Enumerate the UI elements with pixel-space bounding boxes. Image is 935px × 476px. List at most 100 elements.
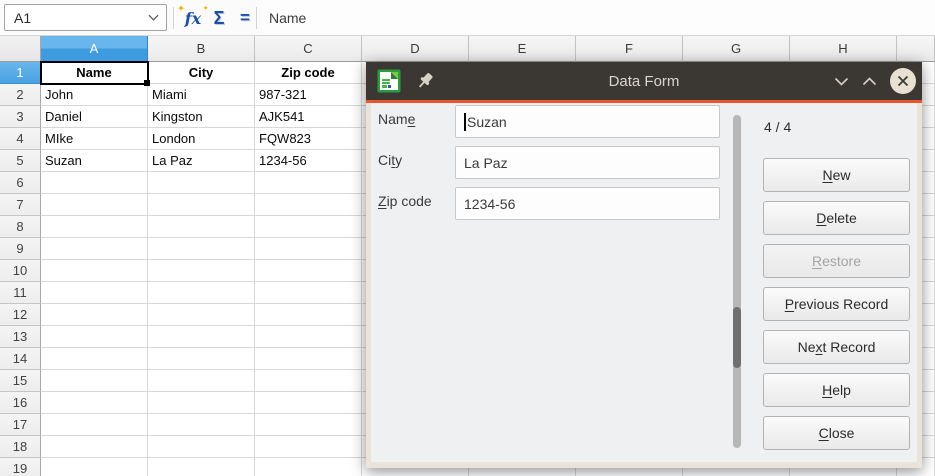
cell-B10[interactable] <box>148 260 255 282</box>
cell-B3[interactable]: Kingston <box>148 106 255 128</box>
cell-B6[interactable] <box>148 172 255 194</box>
cell-C9[interactable] <box>255 238 362 260</box>
cell-C15[interactable] <box>255 370 362 392</box>
row-header-19[interactable]: 19 <box>0 458 41 476</box>
cell-A7[interactable] <box>41 194 148 216</box>
column-header-G[interactable]: G <box>683 36 790 62</box>
cell-B7[interactable] <box>148 194 255 216</box>
cell-A14[interactable] <box>41 348 148 370</box>
cell-C4[interactable]: FQW823 <box>255 128 362 150</box>
column-header-C[interactable]: C <box>255 36 362 62</box>
row-header-8[interactable]: 8 <box>0 216 41 238</box>
formula-input-line[interactable]: Name <box>262 0 935 35</box>
row-header-1[interactable]: 1 <box>0 62 41 84</box>
column-header-F[interactable]: F <box>576 36 683 62</box>
row-header-16[interactable]: 16 <box>0 392 41 414</box>
cell-A4[interactable]: MIke <box>41 128 148 150</box>
formula-bar: A1 fxΣ= Name <box>0 0 935 36</box>
name-box[interactable]: A1 <box>4 4 167 31</box>
row-header-5[interactable]: 5 <box>0 150 41 172</box>
cell-A3[interactable]: Daniel <box>41 106 148 128</box>
cell-C19[interactable] <box>255 458 362 476</box>
row-header-14[interactable]: 14 <box>0 348 41 370</box>
cell-A12[interactable] <box>41 304 148 326</box>
cell-C8[interactable] <box>255 216 362 238</box>
row-header-13[interactable]: 13 <box>0 326 41 348</box>
row-header-15[interactable]: 15 <box>0 370 41 392</box>
cell-A10[interactable] <box>41 260 148 282</box>
cell-C1[interactable]: Zip code <box>255 62 362 84</box>
row-header-12[interactable]: 12 <box>0 304 41 326</box>
row-header-4[interactable]: 4 <box>0 128 41 150</box>
cell-B14[interactable] <box>148 348 255 370</box>
cell-A2[interactable]: John <box>41 84 148 106</box>
close-button[interactable]: Close <box>763 416 910 450</box>
cell-B8[interactable] <box>148 216 255 238</box>
cell-B16[interactable] <box>148 392 255 414</box>
row-header-9[interactable]: 9 <box>0 238 41 260</box>
cell-B4[interactable]: London <box>148 128 255 150</box>
equals-icon[interactable]: = <box>232 0 258 36</box>
row-header-6[interactable]: 6 <box>0 172 41 194</box>
cell-B1[interactable]: City <box>148 62 255 84</box>
cell-A18[interactable] <box>41 436 148 458</box>
column-header-H[interactable]: H <box>790 36 897 62</box>
previous-record-button[interactable]: Previous Record <box>763 287 910 321</box>
cell-B19[interactable] <box>148 458 255 476</box>
next-record-button[interactable]: Next Record <box>763 330 910 364</box>
fill-handle[interactable] <box>144 80 150 86</box>
cell-A13[interactable] <box>41 326 148 348</box>
cell-C17[interactable] <box>255 414 362 436</box>
cell-B13[interactable] <box>148 326 255 348</box>
cell-A15[interactable] <box>41 370 148 392</box>
cell-C11[interactable] <box>255 282 362 304</box>
row-header-18[interactable]: 18 <box>0 436 41 458</box>
cell-B11[interactable] <box>148 282 255 304</box>
cell-C2[interactable]: 987-321 <box>255 84 362 106</box>
cell-B17[interactable] <box>148 414 255 436</box>
row-header-3[interactable]: 3 <box>0 106 41 128</box>
row-header-11[interactable]: 11 <box>0 282 41 304</box>
row-header-2[interactable]: 2 <box>0 84 41 106</box>
cell-C10[interactable] <box>255 260 362 282</box>
new-button[interactable]: New <box>763 158 910 192</box>
chevron-down-icon[interactable] <box>148 14 159 21</box>
column-header-E[interactable]: E <box>469 36 576 62</box>
column-header-B[interactable]: B <box>148 36 255 62</box>
cell-B15[interactable] <box>148 370 255 392</box>
cell-C18[interactable] <box>255 436 362 458</box>
cell-A9[interactable] <box>41 238 148 260</box>
cell-C6[interactable] <box>255 172 362 194</box>
help-button[interactable]: Help <box>763 373 910 407</box>
cell-C7[interactable] <box>255 194 362 216</box>
cell-B5[interactable]: La Paz <box>148 150 255 172</box>
function-wizard-icon[interactable]: fx <box>180 0 206 36</box>
cell-C5[interactable]: 1234-56 <box>255 150 362 172</box>
cell-C13[interactable] <box>255 326 362 348</box>
cell-B12[interactable] <box>148 304 255 326</box>
cell-A11[interactable] <box>41 282 148 304</box>
cell-A19[interactable] <box>41 458 148 476</box>
select-all-corner[interactable] <box>0 36 41 62</box>
cell-C3[interactable]: AJK541 <box>255 106 362 128</box>
cell-B2[interactable]: Miami <box>148 84 255 106</box>
cell-A5[interactable]: Suzan <box>41 150 148 172</box>
cell-A6[interactable] <box>41 172 148 194</box>
delete-button[interactable]: Delete <box>763 201 910 235</box>
column-header-A[interactable]: A <box>41 36 148 62</box>
cell-B9[interactable] <box>148 238 255 260</box>
cell-B18[interactable] <box>148 436 255 458</box>
cell-A8[interactable] <box>41 216 148 238</box>
row-header-10[interactable]: 10 <box>0 260 41 282</box>
row-header-17[interactable]: 17 <box>0 414 41 436</box>
column-header-partial[interactable] <box>897 36 935 62</box>
cell-A16[interactable] <box>41 392 148 414</box>
cell-A1[interactable]: Name <box>41 62 148 84</box>
cell-C14[interactable] <box>255 348 362 370</box>
cell-A17[interactable] <box>41 414 148 436</box>
cell-C16[interactable] <box>255 392 362 414</box>
column-header-D[interactable]: D <box>362 36 469 62</box>
cell-C12[interactable] <box>255 304 362 326</box>
sum-icon[interactable]: Σ <box>206 0 232 36</box>
row-header-7[interactable]: 7 <box>0 194 41 216</box>
